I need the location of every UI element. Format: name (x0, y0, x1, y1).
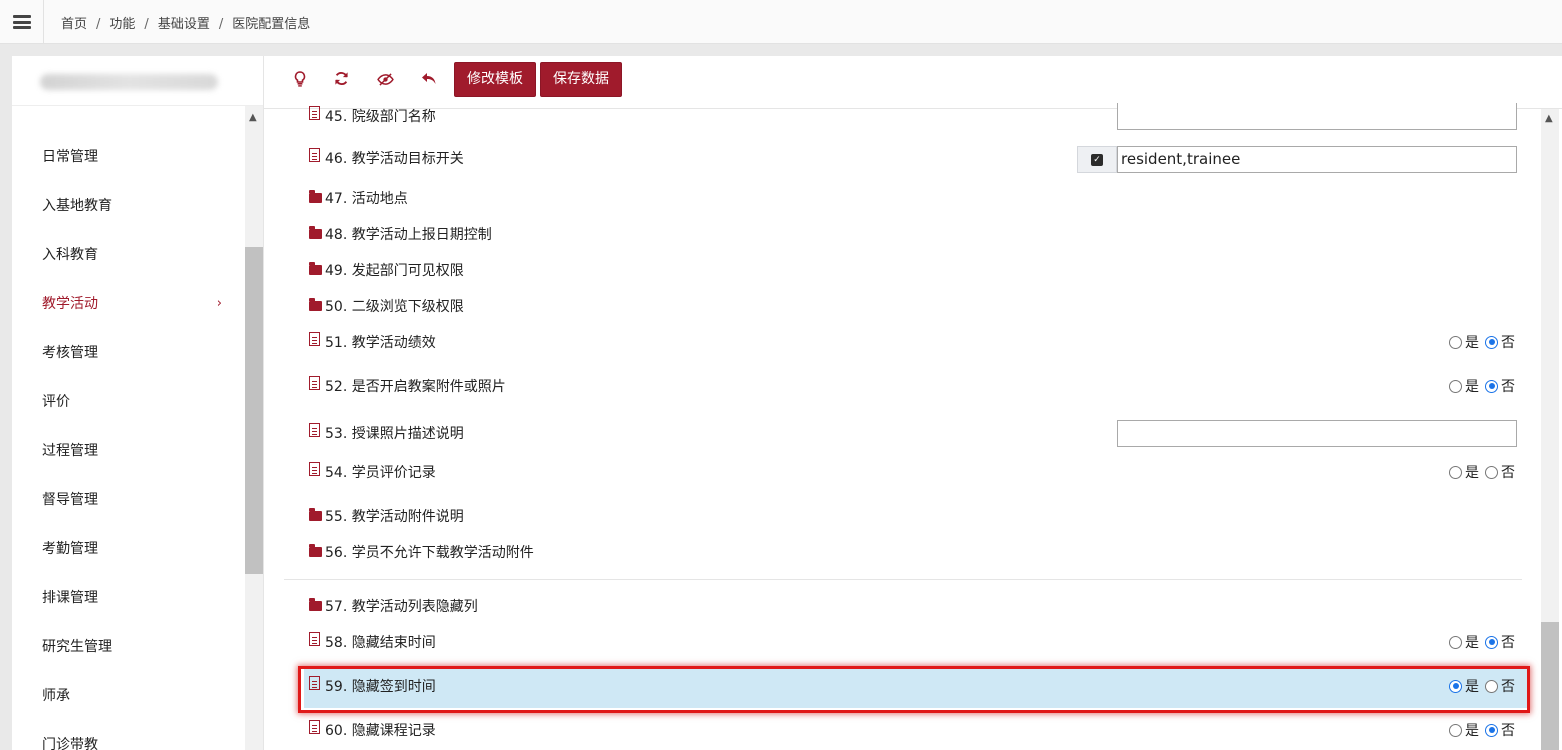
config-row: 58. 隐藏结束时间 (309, 632, 436, 653)
folder-icon (309, 190, 322, 203)
breadcrumb: 首页 / 功能 / 基础设置 / 医院配置信息 (61, 17, 311, 32)
radio-no[interactable] (1485, 379, 1498, 393)
folder-icon (309, 544, 322, 557)
folder-icon (309, 298, 322, 311)
document-icon (309, 148, 320, 162)
eye-slash-icon[interactable] (375, 71, 395, 91)
main-scrollbar-thumb[interactable] (1541, 622, 1559, 750)
undo-icon[interactable] (419, 71, 439, 91)
sidebar-item-scheduling[interactable]: 排课管理 (42, 588, 222, 608)
document-icon (309, 632, 320, 646)
radio-yes[interactable] (1449, 379, 1462, 393)
toolbar: 修改模板 保存数据 (264, 56, 1562, 109)
sidebar-scrollbar-thumb[interactable] (245, 247, 263, 574)
folder-icon (309, 598, 322, 611)
chevron-right-icon: › (216, 296, 222, 311)
config-row: 54. 学员评价记录 (309, 462, 436, 483)
config-row: 60. 隐藏课程记录 (309, 720, 436, 741)
sidebar-item-teaching-activity[interactable]: 教学活动 › (42, 294, 222, 314)
checkbox-checked-icon: ✓ (1091, 154, 1103, 166)
section-divider (284, 579, 1522, 580)
radio-no[interactable] (1485, 465, 1498, 479)
target-toggle-checkbox[interactable]: ✓ (1077, 146, 1117, 173)
config-folder-row[interactable]: 56. 学员不允许下载教学活动附件 (309, 543, 534, 563)
main-scrollbar[interactable]: ▲ (1541, 109, 1559, 750)
photo-description-input[interactable] (1117, 420, 1517, 447)
radio-yes[interactable] (1449, 335, 1462, 349)
config-row: 46. 教学活动目标开关 (309, 148, 464, 169)
radio-yes[interactable] (1449, 465, 1462, 479)
config-row: 52. 是否开启教案附件或照片 (309, 376, 506, 397)
config-folder-row[interactable]: 50. 二级浏览下级权限 (309, 297, 464, 317)
scroll-up-icon[interactable]: ▲ (1545, 113, 1553, 124)
radio-no[interactable] (1485, 723, 1498, 737)
sidebar-item-graduate-management[interactable]: 研究生管理 (42, 637, 222, 657)
yes-no-radio-group: 是否 (1449, 721, 1521, 741)
yes-no-radio-group: 是否 (1449, 377, 1521, 397)
hamburger-icon (12, 15, 31, 29)
folder-icon (309, 508, 322, 521)
config-folder-row[interactable]: 48. 教学活动上报日期控制 (309, 225, 492, 245)
config-folder-row[interactable]: 57. 教学活动列表隐藏列 (309, 597, 478, 617)
lightbulb-icon[interactable] (290, 71, 310, 91)
radio-yes[interactable] (1449, 723, 1462, 737)
radio-yes[interactable] (1449, 635, 1462, 649)
radio-no[interactable] (1485, 635, 1498, 649)
sidebar-item-mentorship[interactable]: 师承 (42, 686, 222, 706)
menu-toggle-button[interactable] (0, 0, 44, 44)
sidebar-logo (12, 56, 263, 106)
breadcrumb-basic-settings[interactable]: 基础设置 (158, 17, 210, 32)
config-folder-row[interactable]: 55. 教学活动附件说明 (309, 507, 464, 527)
config-folder-row[interactable]: 47. 活动地点 (309, 189, 408, 209)
config-row: 53. 授课照片描述说明 (309, 423, 464, 444)
save-data-button[interactable]: 保存数据 (540, 62, 622, 97)
breadcrumb-hospital-config: 医院配置信息 (232, 17, 311, 32)
sidebar-item-department-education[interactable]: 入科教育 (42, 245, 222, 265)
sidebar-item-process-management[interactable]: 过程管理 (42, 441, 222, 461)
scroll-up-icon[interactable]: ▲ (249, 112, 257, 123)
folder-icon (309, 226, 322, 239)
sidebar-item-evaluation[interactable]: 评价 (42, 392, 222, 412)
sidebar-item-label: 教学活动 (42, 296, 98, 312)
target-roles-input[interactable]: resident,trainee (1117, 146, 1517, 173)
document-icon (309, 720, 320, 734)
sidebar-item-attendance[interactable]: 考勤管理 (42, 539, 222, 559)
document-icon (309, 106, 320, 120)
breadcrumb-home[interactable]: 首页 (61, 17, 87, 32)
sidebar-item-outpatient-teaching[interactable]: 门诊带教 (42, 735, 222, 750)
yes-no-radio-group: 是否 (1449, 633, 1521, 653)
yes-no-radio-group: 是否 (1449, 463, 1521, 483)
breadcrumb-function[interactable]: 功能 (109, 17, 135, 32)
config-row: 45. 院级部门名称 (309, 106, 436, 127)
sidebar-item-assessment[interactable]: 考核管理 (42, 343, 222, 363)
config-row: 51. 教学活动绩效 (309, 332, 436, 353)
top-bar: 首页 / 功能 / 基础设置 / 医院配置信息 (0, 0, 1562, 44)
yes-no-radio-group: 是否 (1449, 333, 1521, 353)
document-icon (309, 376, 320, 390)
dept-name-input[interactable] (1117, 103, 1517, 130)
document-icon (309, 332, 320, 346)
sidebar-item-daily-management[interactable]: 日常管理 (42, 147, 222, 167)
edit-template-button[interactable]: 修改模板 (454, 62, 536, 97)
document-icon (309, 462, 320, 476)
folder-icon (309, 262, 322, 275)
sidebar-scrollbar[interactable]: ▲ (245, 106, 263, 750)
main-panel: 修改模板 保存数据 45. 院级部门名称 46. 教学活动目标开关 ✓ resi… (263, 56, 1562, 750)
config-folder-row[interactable]: 49. 发起部门可见权限 (309, 261, 464, 281)
sidebar-item-supervision[interactable]: 督导管理 (42, 490, 222, 510)
hospital-name-logo (40, 74, 218, 90)
sidebar-item-base-education[interactable]: 入基地教育 (42, 196, 222, 216)
refresh-icon[interactable] (331, 71, 351, 91)
radio-no[interactable] (1485, 335, 1498, 349)
document-icon (309, 423, 320, 437)
annotation-highlight-box (298, 666, 1530, 713)
sidebar: 日常管理 入基地教育 入科教育 教学活动 › 考核管理 评价 过程管理 督导管理… (12, 56, 263, 750)
